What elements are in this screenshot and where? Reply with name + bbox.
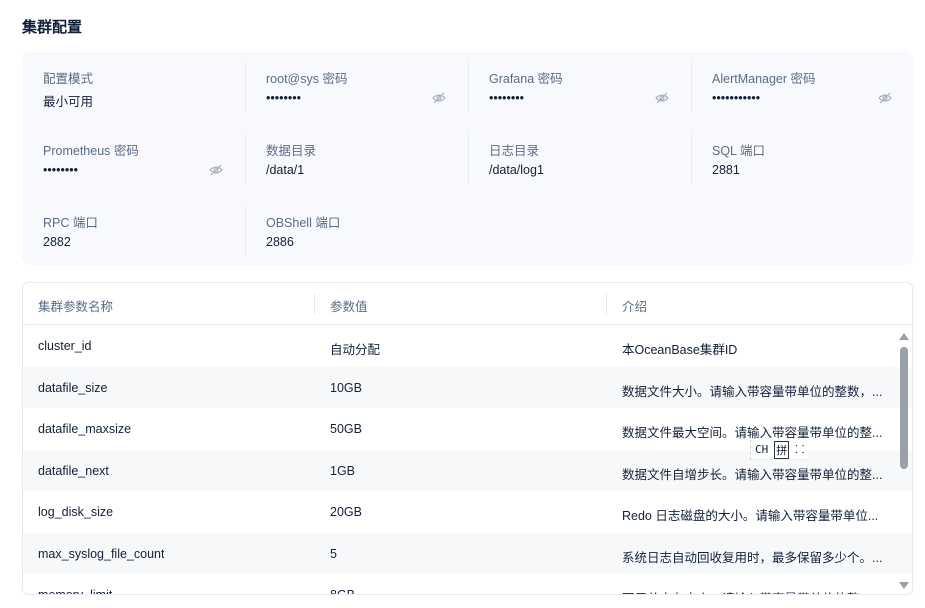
- param-value: 1GB: [330, 463, 356, 478]
- param-name: max_syslog_file_count: [38, 546, 165, 561]
- config-label: 日志目录: [489, 144, 540, 158]
- table-row[interactable]: cluster_id 自动分配 本OceanBase集群ID: [23, 325, 912, 367]
- config-item: OBShell 端口 2886: [245, 196, 468, 254]
- parameters-table: 集群参数名称 参数值 介绍 cluster_id 自动分配 本OceanBase…: [22, 282, 913, 595]
- config-label: 数据目录: [266, 144, 317, 158]
- config-item: 配置模式 最小可用: [22, 52, 245, 109]
- config-item: SQL 端口 2881: [691, 124, 914, 182]
- config-value: 2882: [43, 235, 71, 249]
- eye-hidden-icon[interactable]: [878, 92, 892, 104]
- param-value: 自动分配: [330, 343, 381, 357]
- param-description: 数据文件自增步长。请输入带容量带单位的整...: [622, 467, 883, 482]
- config-label: Prometheus 密码: [43, 144, 139, 158]
- scroll-up-arrow-icon[interactable]: [899, 333, 909, 340]
- config-item: RPC 端口 2882: [22, 196, 245, 249]
- param-value: 10GB: [330, 380, 362, 395]
- scroll-down-arrow-icon[interactable]: [899, 582, 909, 589]
- config-value: /data/log1: [489, 163, 544, 177]
- header-value: 参数值: [330, 300, 368, 314]
- table-row[interactable]: datafile_size 10GB 数据文件大小。请输入带容量带单位的整数，.…: [23, 366, 912, 408]
- ime-pinyin: 拼: [774, 440, 790, 459]
- param-value: 20GB: [330, 505, 362, 519]
- param-value: 5: [330, 546, 337, 561]
- param-description: Redo 日志磁盘的大小。请输入带容量带单位...: [622, 509, 879, 523]
- config-value: 2881: [712, 163, 740, 177]
- eye-hidden-icon[interactable]: [655, 92, 669, 104]
- config-label: 配置模式: [43, 72, 94, 86]
- param-description: 可用总内存大小，请输入带容量带单位的整...: [622, 588, 887, 594]
- param-description: 数据文件大小。请输入带容量带单位的整数，...: [622, 384, 883, 399]
- config-value: 最小可用: [43, 95, 94, 109]
- header-description: 介绍: [622, 300, 648, 314]
- config-value: 2886: [266, 235, 294, 249]
- config-value: ••••••••: [489, 91, 525, 105]
- config-label: SQL 端口: [712, 144, 766, 158]
- ime-indicator: CH 拼 ⸬: [750, 440, 809, 460]
- table-row[interactable]: log_disk_size 20GB Redo 日志磁盘的大小。请输入带容量带单…: [23, 491, 912, 533]
- config-item: AlertManager 密码 •••••••••••: [691, 52, 914, 110]
- config-value: ••••••••: [266, 91, 302, 105]
- ime-fullwidth-icon: ⸬: [795, 443, 805, 456]
- param-name: log_disk_size: [38, 505, 114, 519]
- param-value: 50GB: [330, 422, 362, 436]
- config-label: RPC 端口: [43, 216, 98, 230]
- param-name: datafile_maxsize: [38, 422, 132, 436]
- config-item: 日志目录/data/log1: [468, 124, 691, 182]
- config-value: /data/1: [266, 163, 305, 177]
- eye-hidden-icon[interactable]: [209, 164, 223, 176]
- config-label: AlertManager 密码: [712, 72, 816, 86]
- config-item: root@sys 密码 ••••••••: [245, 52, 468, 110]
- config-label: Grafana 密码: [489, 72, 563, 86]
- header-name: 集群参数名称: [38, 300, 114, 314]
- config-card: 配置模式最小可用 root@sys 密码 •••••••• Grafana 密码 •••…: [22, 52, 913, 265]
- eye-hidden-icon[interactable]: [432, 92, 446, 104]
- scrollbar-thumb[interactable]: [900, 347, 908, 469]
- ime-mode: CH: [755, 443, 769, 456]
- config-label: root@sys 密码: [266, 72, 348, 86]
- param-description: 数据文件最大空间。请输入带容量带单位的整...: [622, 426, 883, 440]
- config-item: Grafana 密码 ••••••••: [468, 52, 691, 110]
- table-row[interactable]: memory_limit 8GB 可用总内存大小，请输入带容量带单位的整...: [23, 574, 912, 595]
- param-description: 本OceanBase集群ID: [622, 343, 738, 357]
- table-row[interactable]: max_syslog_file_count 5 系统日志自动回收复用时，最多保留…: [23, 532, 912, 574]
- param-name: memory_limit: [38, 588, 113, 595]
- config-value: •••••••••••: [712, 91, 761, 105]
- param-value: 8GB: [330, 588, 356, 595]
- config-label: OBShell 端口: [266, 216, 341, 230]
- config-item: 数据目录/data/1: [245, 124, 468, 182]
- param-name: cluster_id: [38, 339, 92, 353]
- param-description: 系统日志自动回收复用时，最多保留多少个。...: [622, 550, 883, 565]
- config-item: Prometheus 密码 ••••••••: [22, 124, 245, 177]
- section-title: 集群配置: [22, 19, 83, 36]
- table-header: 集群参数名称 参数值 介绍: [23, 283, 912, 325]
- scrollbar[interactable]: [898, 325, 910, 594]
- config-value: ••••••••: [43, 163, 79, 177]
- param-name: datafile_size: [38, 380, 108, 395]
- param-name: datafile_next: [38, 463, 109, 478]
